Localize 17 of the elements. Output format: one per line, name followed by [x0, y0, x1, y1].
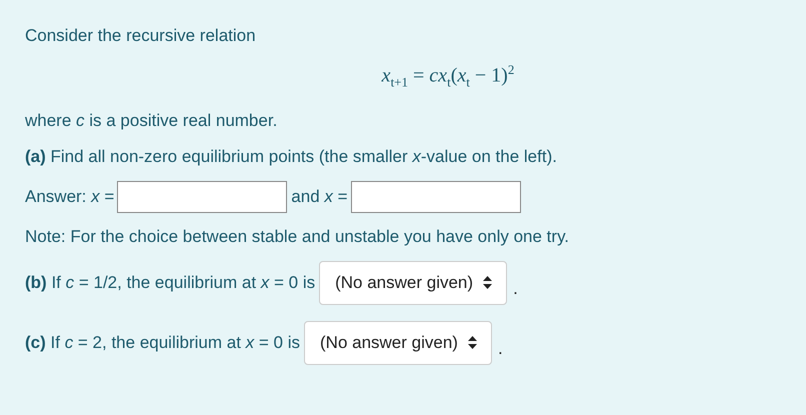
note-text: Note: For the choice between stable and unstable you have only one try.: [25, 226, 570, 248]
answer-field[interactable]: [117, 180, 288, 213]
up-down-caret-icon: [468, 336, 477, 350]
question-text: (c) If c = 2, the equilibrium at x = 0 is: [25, 332, 300, 353]
intro-text: Consider the recursive relation: [25, 25, 257, 47]
period-text: .: [498, 338, 503, 360]
answer-label: and x =: [291, 186, 348, 207]
answer-dropdown[interactable]: (No answer given): [304, 320, 492, 365]
answer-label: Answer: x =: [25, 186, 114, 207]
answer-dropdown[interactable]: (No answer given): [319, 260, 508, 305]
period-text: .: [513, 278, 518, 300]
question-prompt: (a) Find all non-zero equilibrium points (the smaller x-value on the left).: [25, 146, 558, 168]
up-down-caret-icon: [483, 276, 492, 290]
answer-field[interactable]: [350, 180, 521, 213]
parameter-description: where c is a positive real number.: [25, 110, 278, 132]
recurrence-formula: x$_{t+1}$ = cx$_{t}$(x$_{t}$ − 1)$^{2}$: [382, 62, 514, 91]
question-text: (b) If c = 1/2, the equilibrium at x = 0 is: [25, 272, 316, 293]
